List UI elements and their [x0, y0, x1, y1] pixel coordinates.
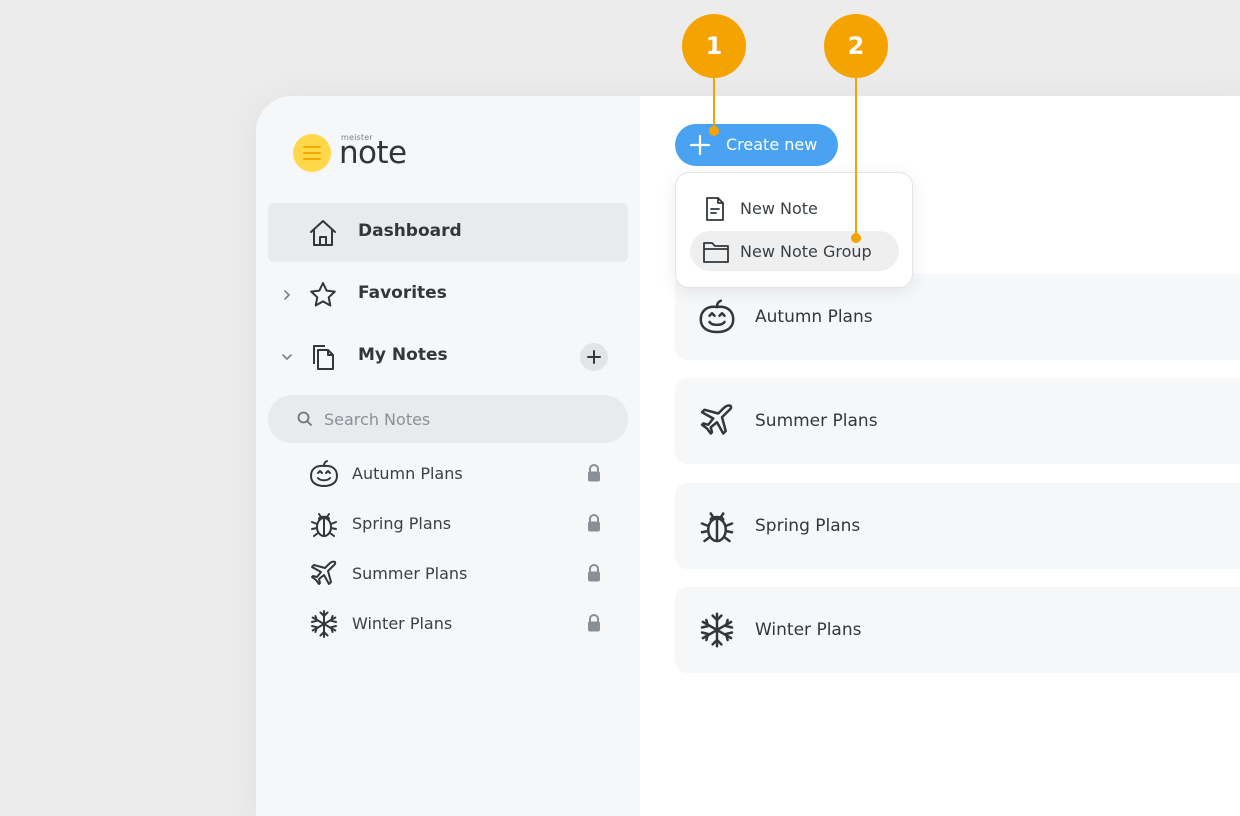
menu-item-new-note[interactable]: New Note [690, 188, 899, 228]
airplane-icon [311, 560, 337, 585]
plus-icon [587, 350, 601, 364]
sidebar-note-spring-plans[interactable]: Spring Plans [268, 501, 628, 545]
sidebar-note-autumn-plans[interactable]: Autumn Plans [268, 451, 628, 495]
nav-label-my-notes: My Notes [358, 345, 448, 365]
create-new-button[interactable]: Create new [675, 124, 838, 166]
sidebar: meister note Dashboard Favorites My Note… [256, 96, 640, 816]
lock-icon [588, 463, 600, 482]
sidebar-note-label: Winter Plans [352, 614, 453, 633]
folder-icon [703, 242, 729, 263]
airplane-icon [700, 404, 733, 435]
note-card-label: Winter Plans [755, 620, 862, 640]
note-card-spring-plans[interactable]: Spring Plans [675, 483, 1240, 569]
home-icon [310, 220, 336, 246]
lock-icon [588, 563, 600, 582]
callout-1-dot [709, 126, 719, 136]
lock-icon [588, 513, 600, 532]
snowflake-icon [311, 610, 337, 638]
note-card-summer-plans[interactable]: Summer Plans [675, 378, 1240, 464]
sidebar-note-label: Spring Plans [352, 514, 452, 533]
document-icon [706, 197, 724, 221]
create-new-menu: New Note New Note Group [675, 172, 913, 288]
nav-label-favorites: Favorites [358, 283, 447, 303]
note-card-winter-plans[interactable]: Winter Plans [675, 587, 1240, 673]
nav-item-dashboard[interactable]: Dashboard [268, 203, 628, 262]
plus-icon [689, 134, 711, 156]
sidebar-note-winter-plans[interactable]: Winter Plans [268, 601, 628, 645]
sidebar-note-label: Autumn Plans [352, 464, 463, 483]
pumpkin-icon [699, 299, 735, 334]
callout-2-badge: 2 [824, 14, 888, 78]
sidebar-note-summer-plans[interactable]: Summer Plans [268, 551, 628, 595]
nav-item-favorites[interactable]: Favorites [268, 265, 628, 324]
callout-2-dot [851, 233, 861, 243]
chevron-right-icon[interactable] [280, 288, 294, 302]
chevron-down-icon[interactable] [280, 350, 294, 364]
search-icon [297, 411, 312, 426]
note-card-label: Summer Plans [755, 411, 878, 431]
search-notes[interactable] [268, 395, 628, 443]
pumpkin-icon [310, 460, 338, 487]
app-logo[interactable]: meister note [293, 133, 433, 173]
star-icon [310, 282, 336, 307]
bug-icon [700, 512, 734, 543]
callout-2-line [855, 76, 857, 238]
notes-copy-icon [313, 345, 334, 370]
create-new-label: Create new [726, 135, 818, 154]
callout-1-line [713, 76, 715, 130]
nav-item-my-notes[interactable]: My Notes [268, 327, 628, 386]
bug-icon [311, 513, 337, 537]
search-input[interactable] [324, 395, 604, 443]
note-card-label: Autumn Plans [755, 307, 873, 327]
lock-icon [588, 613, 600, 632]
nav-label-dashboard: Dashboard [358, 221, 462, 241]
logo-badge-icon [293, 134, 331, 172]
logo-brand-main: note [339, 135, 407, 171]
menu-item-label: New Note [740, 199, 818, 218]
add-note-button[interactable] [580, 343, 608, 371]
snowflake-icon [700, 612, 734, 648]
sidebar-note-label: Summer Plans [352, 564, 468, 583]
menu-item-label: New Note Group [740, 242, 872, 261]
menu-item-new-note-group[interactable]: New Note Group [690, 231, 899, 271]
callout-1-badge: 1 [682, 14, 746, 78]
note-card-label: Spring Plans [755, 516, 861, 536]
